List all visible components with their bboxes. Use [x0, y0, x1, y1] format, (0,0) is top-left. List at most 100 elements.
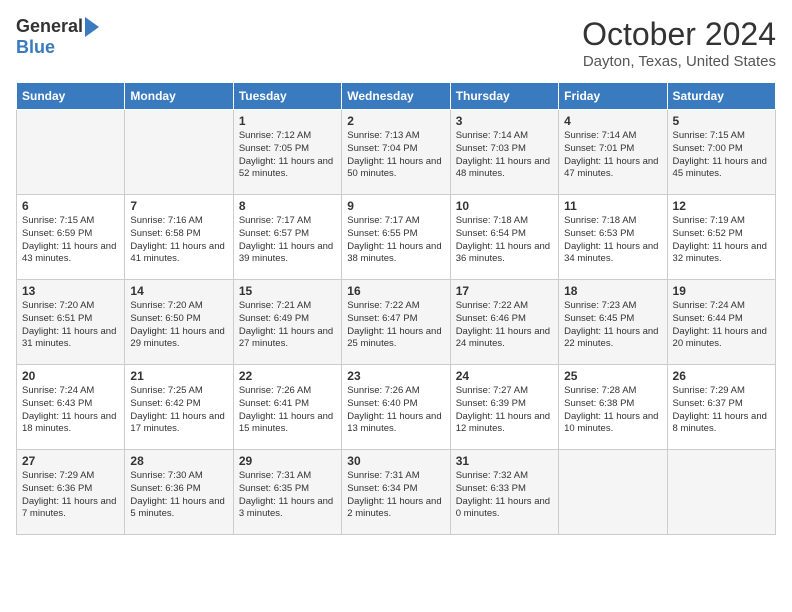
day-number: 1: [239, 114, 336, 128]
day-content: Sunrise: 7:20 AMSunset: 6:51 PMDaylight:…: [22, 300, 119, 351]
day-number: 21: [130, 369, 227, 383]
day-of-week-header: Sunday: [17, 83, 125, 110]
logo-arrow-icon: [85, 17, 99, 37]
calendar-cell: 10 Sunrise: 7:18 AMSunset: 6:54 PMDayligh…: [450, 195, 558, 280]
calendar-cell: 21 Sunrise: 7:25 AMSunset: 6:42 PMDayligh…: [125, 365, 233, 450]
day-of-week-header: Friday: [559, 83, 667, 110]
day-number: 6: [22, 199, 119, 213]
calendar-cell: [125, 110, 233, 195]
day-content: Sunrise: 7:24 AMSunset: 6:44 PMDaylight:…: [673, 300, 770, 351]
calendar-cell: 23 Sunrise: 7:26 AMSunset: 6:40 PMDayligh…: [342, 365, 450, 450]
day-number: 23: [347, 369, 444, 383]
day-content: Sunrise: 7:26 AMSunset: 6:40 PMDaylight:…: [347, 385, 444, 436]
calendar-cell: 5 Sunrise: 7:15 AMSunset: 7:00 PMDaylight…: [667, 110, 775, 195]
logo: General Blue: [16, 16, 99, 58]
day-number: 28: [130, 454, 227, 468]
calendar-week-row: 13 Sunrise: 7:20 AMSunset: 6:51 PMDayligh…: [17, 280, 776, 365]
day-content: Sunrise: 7:18 AMSunset: 6:54 PMDaylight:…: [456, 215, 553, 266]
calendar-cell: 25 Sunrise: 7:28 AMSunset: 6:38 PMDayligh…: [559, 365, 667, 450]
page-header: General Blue October 2024 Dayton, Texas,…: [16, 16, 776, 70]
day-number: 25: [564, 369, 661, 383]
day-of-week-header: Tuesday: [233, 83, 341, 110]
day-number: 24: [456, 369, 553, 383]
calendar-cell: 28 Sunrise: 7:30 AMSunset: 6:36 PMDayligh…: [125, 450, 233, 535]
day-number: 12: [673, 199, 770, 213]
day-content: Sunrise: 7:20 AMSunset: 6:50 PMDaylight:…: [130, 300, 227, 351]
day-number: 14: [130, 284, 227, 298]
day-content: Sunrise: 7:24 AMSunset: 6:43 PMDaylight:…: [22, 385, 119, 436]
calendar-cell: 3Sunrise: 7:14 AMSunset: 7:03 PMDaylight…: [450, 110, 558, 195]
calendar-body: 1Sunrise: 7:12 AMSunset: 7:05 PMDaylight…: [17, 110, 776, 535]
day-number: 31: [456, 454, 553, 468]
day-of-week-header: Thursday: [450, 83, 558, 110]
day-number: 2: [347, 114, 444, 128]
day-number: 11: [564, 199, 661, 213]
location-title: Dayton, Texas, United States: [582, 53, 776, 70]
logo-blue-text: Blue: [16, 37, 55, 58]
calendar-cell: [667, 450, 775, 535]
day-content: Sunrise: 7:28 AMSunset: 6:38 PMDaylight:…: [564, 385, 661, 436]
calendar-cell: 2Sunrise: 7:13 AMSunset: 7:04 PMDaylight…: [342, 110, 450, 195]
day-number: 13: [22, 284, 119, 298]
day-content: Sunrise: 7:29 AMSunset: 6:37 PMDaylight:…: [673, 385, 770, 436]
day-content: Sunrise: 7:27 AMSunset: 6:39 PMDaylight:…: [456, 385, 553, 436]
day-number: 17: [456, 284, 553, 298]
calendar-week-row: 20 Sunrise: 7:24 AMSunset: 6:43 PMDayligh…: [17, 365, 776, 450]
day-of-week-header: Saturday: [667, 83, 775, 110]
day-content: Sunrise: 7:14 AMSunset: 7:03 PMDaylight:…: [456, 130, 553, 181]
calendar-cell: 1Sunrise: 7:12 AMSunset: 7:05 PMDaylight…: [233, 110, 341, 195]
day-number: 22: [239, 369, 336, 383]
day-content: Sunrise: 7:15 AMSunset: 6:59 PMDaylight:…: [22, 215, 119, 266]
day-number: 19: [673, 284, 770, 298]
calendar-cell: 9 Sunrise: 7:17 AMSunset: 6:55 PMDaylight…: [342, 195, 450, 280]
day-content: Sunrise: 7:31 AMSunset: 6:34 PMDaylight:…: [347, 470, 444, 521]
calendar-table: SundayMondayTuesdayWednesdayThursdayFrid…: [16, 82, 776, 535]
day-number: 9: [347, 199, 444, 213]
day-number: 7: [130, 199, 227, 213]
day-content: Sunrise: 7:17 AMSunset: 6:57 PMDaylight:…: [239, 215, 336, 266]
day-number: 26: [673, 369, 770, 383]
day-number: 20: [22, 369, 119, 383]
day-number: 18: [564, 284, 661, 298]
day-content: Sunrise: 7:25 AMSunset: 6:42 PMDaylight:…: [130, 385, 227, 436]
day-number: 5: [673, 114, 770, 128]
calendar-header-row: SundayMondayTuesdayWednesdayThursdayFrid…: [17, 83, 776, 110]
day-number: 8: [239, 199, 336, 213]
calendar-cell: 20 Sunrise: 7:24 AMSunset: 6:43 PMDayligh…: [17, 365, 125, 450]
logo-general-text: General: [16, 16, 83, 37]
calendar-cell: 26 Sunrise: 7:29 AMSunset: 6:37 PMDayligh…: [667, 365, 775, 450]
calendar-cell: 17Sunrise: 7:22 AMSunset: 6:46 PMDayligh…: [450, 280, 558, 365]
calendar-cell: 14 Sunrise: 7:20 AMSunset: 6:50 PMDayligh…: [125, 280, 233, 365]
day-content: Sunrise: 7:17 AMSunset: 6:55 PMDaylight:…: [347, 215, 444, 266]
day-content: Sunrise: 7:32 AMSunset: 6:33 PMDaylight:…: [456, 470, 553, 521]
calendar-cell: 7Sunrise: 7:16 AMSunset: 6:58 PMDaylight…: [125, 195, 233, 280]
calendar-cell: 19 Sunrise: 7:24 AMSunset: 6:44 PMDayligh…: [667, 280, 775, 365]
calendar-cell: 16Sunrise: 7:22 AMSunset: 6:47 PMDayligh…: [342, 280, 450, 365]
day-content: Sunrise: 7:22 AMSunset: 6:47 PMDaylight:…: [347, 300, 444, 351]
day-content: Sunrise: 7:14 AMSunset: 7:01 PMDaylight:…: [564, 130, 661, 181]
calendar-cell: [17, 110, 125, 195]
day-content: Sunrise: 7:21 AMSunset: 6:49 PMDaylight:…: [239, 300, 336, 351]
calendar-week-row: 6 Sunrise: 7:15 AMSunset: 6:59 PMDaylight…: [17, 195, 776, 280]
calendar-cell: 27Sunrise: 7:29 AMSunset: 6:36 PMDayligh…: [17, 450, 125, 535]
day-content: Sunrise: 7:26 AMSunset: 6:41 PMDaylight:…: [239, 385, 336, 436]
day-content: Sunrise: 7:31 AMSunset: 6:35 PMDaylight:…: [239, 470, 336, 521]
day-number: 27: [22, 454, 119, 468]
calendar-cell: 24 Sunrise: 7:27 AMSunset: 6:39 PMDayligh…: [450, 365, 558, 450]
calendar-cell: 12 Sunrise: 7:19 AMSunset: 6:52 PMDayligh…: [667, 195, 775, 280]
calendar-cell: 11 Sunrise: 7:18 AMSunset: 6:53 PMDayligh…: [559, 195, 667, 280]
calendar-cell: 30 Sunrise: 7:31 AMSunset: 6:34 PMDayligh…: [342, 450, 450, 535]
day-content: Sunrise: 7:18 AMSunset: 6:53 PMDaylight:…: [564, 215, 661, 266]
month-title: October 2024: [582, 16, 776, 53]
title-block: October 2024 Dayton, Texas, United State…: [582, 16, 776, 70]
day-number: 15: [239, 284, 336, 298]
day-content: Sunrise: 7:15 AMSunset: 7:00 PMDaylight:…: [673, 130, 770, 181]
day-number: 30: [347, 454, 444, 468]
day-content: Sunrise: 7:19 AMSunset: 6:52 PMDaylight:…: [673, 215, 770, 266]
calendar-cell: 8 Sunrise: 7:17 AMSunset: 6:57 PMDaylight…: [233, 195, 341, 280]
day-number: 10: [456, 199, 553, 213]
calendar-cell: 29Sunrise: 7:31 AMSunset: 6:35 PMDayligh…: [233, 450, 341, 535]
calendar-cell: 4Sunrise: 7:14 AMSunset: 7:01 PMDaylight…: [559, 110, 667, 195]
calendar-week-row: 27Sunrise: 7:29 AMSunset: 6:36 PMDayligh…: [17, 450, 776, 535]
day-content: Sunrise: 7:30 AMSunset: 6:36 PMDaylight:…: [130, 470, 227, 521]
